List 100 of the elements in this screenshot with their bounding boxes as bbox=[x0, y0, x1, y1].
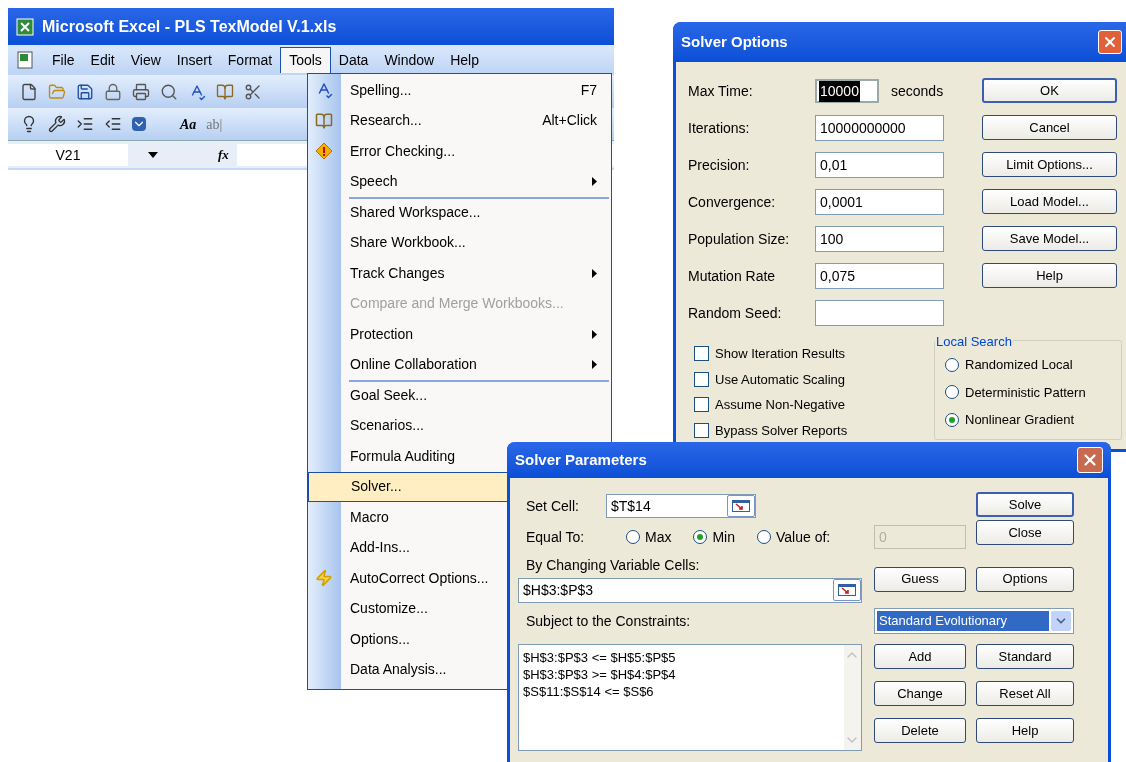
input-field[interactable] bbox=[815, 300, 944, 326]
field-label: Random Seed: bbox=[688, 303, 783, 323]
menu-item[interactable]: File bbox=[44, 47, 83, 73]
field-label: Equal To: bbox=[526, 527, 586, 547]
field-label: Subject to the Constraints: bbox=[526, 611, 691, 631]
add-button[interactable]: Add bbox=[874, 644, 966, 669]
checkbox-label: Show Iteration Results bbox=[715, 345, 846, 363]
close-button[interactable] bbox=[1098, 30, 1122, 54]
submenu-arrow-icon bbox=[592, 177, 597, 187]
close-icon bbox=[1081, 451, 1099, 469]
menu-item[interactable]: Share Workbook... bbox=[308, 227, 611, 258]
radio-button[interactable] bbox=[693, 530, 708, 544]
menu-item[interactable]: Goal Seek... bbox=[308, 380, 611, 411]
lightning-icon bbox=[315, 569, 333, 587]
menu-item[interactable]: Window bbox=[376, 47, 443, 73]
menu-item[interactable]: Research... Alt+Click bbox=[308, 105, 611, 136]
input-field[interactable]: 10000 bbox=[815, 79, 879, 103]
save-icon[interactable] bbox=[76, 82, 94, 101]
indent-icon[interactable] bbox=[76, 115, 94, 133]
toolbar-options-icon[interactable] bbox=[132, 117, 146, 131]
range-select-icon bbox=[732, 500, 750, 512]
menu-item[interactable]: Shared Workspace... bbox=[308, 197, 611, 228]
guess-button[interactable]: Guess bbox=[874, 566, 966, 592]
close-dialog-button[interactable]: Close bbox=[976, 520, 1074, 546]
menu-item[interactable]: Help bbox=[442, 47, 487, 73]
toolbar-button[interactable]: Aa bbox=[180, 113, 197, 135]
constraints-list[interactable]: $H$3:$P$3 <= $H$5:$P$5 $H$3:$P$3 >= $H$4:$P$4 $S$11:$S$14 <= $S$6 bbox=[518, 644, 862, 751]
menu-item[interactable]: Online Collaboration bbox=[308, 349, 611, 380]
lock-icon[interactable] bbox=[104, 82, 122, 101]
options-button[interactable]: Options bbox=[976, 566, 1074, 592]
range-picker-button[interactable] bbox=[833, 579, 861, 601]
menu-item[interactable]: Insert bbox=[168, 47, 220, 73]
name-box[interactable]: V21 bbox=[8, 143, 128, 166]
dialog-button[interactable]: OK bbox=[982, 78, 1117, 103]
input-field[interactable]: 10000000000 bbox=[815, 115, 944, 141]
standard-button[interactable]: Standard bbox=[976, 644, 1074, 669]
radio-button[interactable] bbox=[945, 385, 959, 400]
dialog-title: Solver Parameters bbox=[515, 449, 648, 470]
wrench-icon[interactable] bbox=[48, 115, 66, 133]
radio-button[interactable] bbox=[757, 530, 771, 544]
menu-item[interactable]: Edit bbox=[82, 47, 123, 73]
checkbox-label: Bypass Solver Reports bbox=[715, 421, 848, 440]
dropdown-arrow-icon[interactable] bbox=[148, 151, 158, 158]
submenu-arrow-icon bbox=[592, 360, 597, 370]
delete-button[interactable]: Delete bbox=[874, 718, 966, 743]
checkbox[interactable] bbox=[694, 371, 709, 387]
input-field[interactable]: $T$14 bbox=[606, 494, 756, 518]
radio-label: Deterministic Pattern bbox=[965, 383, 1086, 402]
field-label: Precision: bbox=[688, 155, 751, 175]
menu-item[interactable]: View bbox=[122, 47, 169, 73]
submenu-arrow-icon bbox=[592, 329, 597, 339]
new-document-icon[interactable] bbox=[20, 82, 38, 101]
list-item[interactable]: $H$3:$P$3 >= $H$4:$P$4 bbox=[523, 666, 840, 683]
dialog-button[interactable]: Load Model... bbox=[982, 189, 1117, 214]
menu-item[interactable]: Scenarios... bbox=[308, 410, 611, 441]
reset-button[interactable]: Reset All bbox=[976, 681, 1074, 706]
checkbox[interactable] bbox=[694, 422, 709, 438]
field-label: Convergence: bbox=[688, 192, 777, 212]
scissors-icon[interactable] bbox=[244, 82, 262, 101]
dialog-button[interactable]: Help bbox=[982, 263, 1117, 288]
input-field[interactable]: 0,075 bbox=[815, 263, 944, 289]
menu-item[interactable]: Data bbox=[330, 47, 377, 73]
radio-button[interactable] bbox=[945, 357, 959, 372]
menu-item[interactable]: Track Changes bbox=[308, 258, 611, 289]
input-field[interactable]: 0,01 bbox=[815, 152, 944, 178]
close-button[interactable] bbox=[1077, 447, 1103, 473]
field-label: Max Time: bbox=[688, 81, 754, 101]
engine-dropdown[interactable]: Standard Evolutionary bbox=[874, 608, 1074, 634]
range-select-icon bbox=[838, 584, 856, 596]
solve-button[interactable]: Solve bbox=[976, 492, 1074, 518]
radio-label: Max bbox=[645, 527, 672, 547]
dialog-button[interactable]: Save Model... bbox=[982, 226, 1117, 251]
checkbox[interactable] bbox=[694, 346, 709, 362]
input-field[interactable]: $H$3:$P$3 bbox=[518, 577, 862, 603]
menu-item[interactable]: Protection bbox=[308, 319, 611, 350]
input-field[interactable]: 0,0001 bbox=[815, 189, 944, 215]
menu-item[interactable]: Format bbox=[219, 47, 281, 73]
formula-label: fx bbox=[218, 145, 229, 164]
menu-item[interactable]: Error Checking... bbox=[308, 136, 611, 167]
input-field[interactable]: 100 bbox=[815, 226, 944, 252]
menu-item[interactable]: Speech bbox=[308, 166, 611, 197]
outdent-icon[interactable] bbox=[104, 115, 122, 133]
radio-button[interactable] bbox=[945, 412, 959, 427]
menu-item[interactable]: Tools bbox=[280, 47, 331, 73]
range-picker-button[interactable] bbox=[727, 495, 755, 517]
dialog-button[interactable]: Cancel bbox=[982, 115, 1117, 140]
dialog-button[interactable]: Limit Options... bbox=[982, 152, 1117, 177]
radio-label: Randomized Local bbox=[965, 356, 1073, 374]
checkbox[interactable] bbox=[694, 397, 709, 413]
radio-button[interactable] bbox=[626, 530, 640, 544]
list-item[interactable]: $H$3:$P$3 <= $H$5:$P$5 bbox=[523, 649, 840, 666]
unit-label: seconds bbox=[891, 81, 944, 101]
checkbox-label: Use Automatic Scaling bbox=[715, 370, 846, 389]
checkbox-label: Assume Non-Negative bbox=[715, 396, 846, 414]
radio-label: Nonlinear Gradient bbox=[965, 411, 1075, 429]
list-item[interactable]: $S$11:$S$14 <= $S$6 bbox=[523, 683, 840, 700]
dialog-title: Solver Options bbox=[681, 31, 789, 52]
printer-icon[interactable] bbox=[132, 82, 150, 101]
help-button[interactable]: Help bbox=[976, 718, 1074, 743]
change-button[interactable]: Change bbox=[874, 681, 966, 706]
